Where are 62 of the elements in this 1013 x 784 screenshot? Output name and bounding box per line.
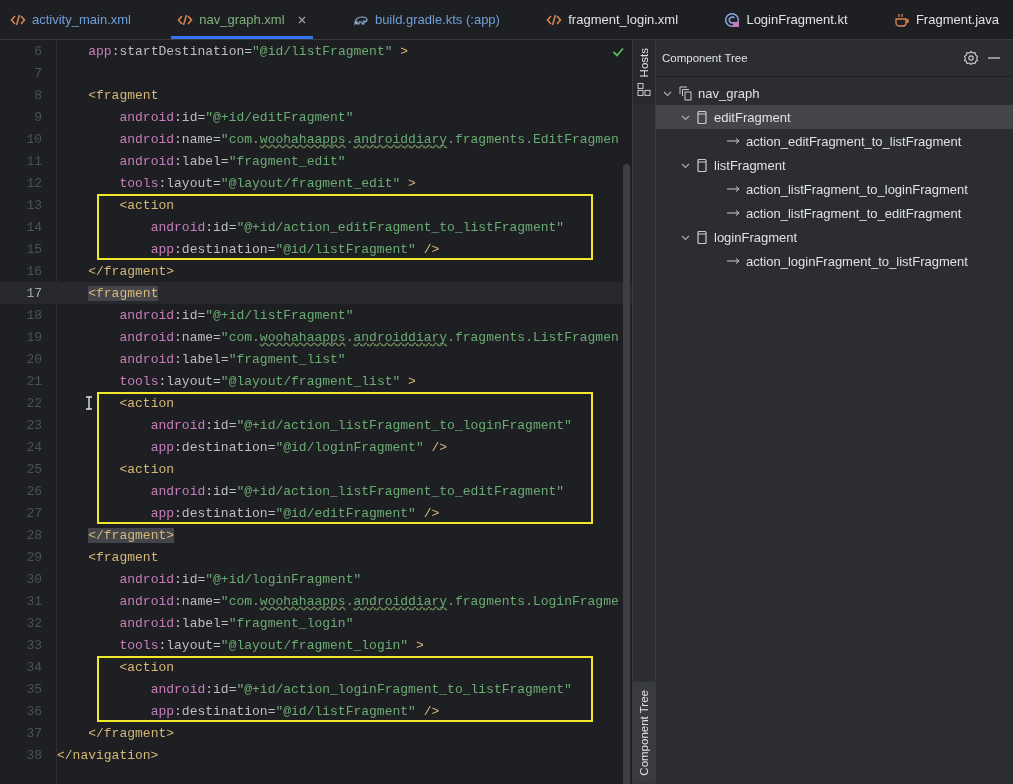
code-line: tools:layout="@layout/fragment_list" > bbox=[119, 373, 416, 389]
code-line: <action bbox=[119, 461, 175, 477]
code-line: android:id="@+id/action_loginFragment_to_listFragment" bbox=[150, 681, 572, 697]
file-tab[interactable]: activity_main.xml bbox=[4, 0, 137, 39]
close-icon[interactable] bbox=[296, 14, 307, 25]
code-line: android:label="fragment_login" bbox=[119, 615, 354, 631]
code-line: </fragment> bbox=[88, 263, 175, 279]
code-line: android:name="com.woohahaapps.androiddiary.fragments.LoginFragme bbox=[119, 593, 619, 609]
code-line: android:id="@+id/action_listFragment_to_editFragment" bbox=[150, 483, 565, 499]
nested-frames-icon bbox=[678, 85, 692, 101]
code-line: app:destination="@id/listFragment" /> bbox=[150, 703, 440, 719]
phone-icon bbox=[696, 157, 708, 173]
tree-item[interactable]: action_listFragment_to_loginFragment bbox=[656, 177, 1013, 201]
code-line: app:destination="@id/loginFragment" /> bbox=[150, 439, 448, 455]
file-tab[interactable]: LoginFragment.kt bbox=[718, 0, 854, 39]
tree-item[interactable]: action_loginFragment_to_listFragment bbox=[656, 249, 1013, 273]
code-line: android:id="@+id/listFragment" bbox=[119, 307, 354, 323]
code-line: </fragment> bbox=[88, 725, 175, 741]
code-line: app:destination="@id/editFragment" /> bbox=[150, 505, 440, 521]
code-line: android:label="fragment_edit" bbox=[119, 153, 346, 169]
code-line: android:label="fragment_list" bbox=[119, 351, 346, 367]
arrow-icon bbox=[726, 255, 740, 267]
tree-item[interactable]: nav_graph bbox=[656, 81, 1013, 105]
code-line: <action bbox=[119, 197, 175, 213]
code-line: </navigation> bbox=[57, 747, 159, 763]
phone-icon bbox=[696, 109, 708, 125]
cup-icon bbox=[893, 11, 910, 28]
code-line: app:destination="@id/listFragment" /> bbox=[150, 241, 440, 257]
code-line: android:id="@+id/editFragment" bbox=[119, 109, 354, 125]
panel-title: Component Tree bbox=[662, 52, 749, 64]
arrow-icon bbox=[726, 183, 740, 195]
code-line: <action bbox=[119, 395, 175, 411]
tree-item[interactable]: action_editFragment_to_listFragment bbox=[656, 129, 1013, 153]
arrow-icon bbox=[726, 135, 740, 147]
text-cursor-icon bbox=[84, 396, 94, 410]
code-line: android:id="@+id/action_editFragment_to_listFragment" bbox=[150, 219, 565, 235]
code-line: tools:layout="@layout/fragment_edit" > bbox=[119, 175, 416, 191]
scrollbar[interactable] bbox=[623, 164, 630, 784]
code-line: android:name="com.woohahaapps.androiddiary.fragments.EditFragmen bbox=[119, 131, 619, 147]
class-icon bbox=[724, 11, 741, 28]
squares-icon bbox=[637, 82, 651, 97]
code-line: android:id="@+id/loginFragment" bbox=[119, 571, 362, 587]
file-tab[interactable]: Fragment.java bbox=[887, 0, 1005, 39]
code-line: android:id="@+id/action_listFragment_to_loginFragment" bbox=[150, 417, 572, 433]
tree-item[interactable]: editFragment bbox=[656, 105, 1013, 129]
file-tab[interactable]: build.gradle.kts (:app) bbox=[346, 0, 506, 39]
code-line: app:startDestination="@id/listFragment" > bbox=[88, 43, 409, 59]
side-tab[interactable]: Component Tree bbox=[633, 682, 655, 784]
code-line: <fragment bbox=[88, 87, 159, 103]
tree-item[interactable]: action_listFragment_to_editFragment bbox=[656, 201, 1013, 225]
code-line: android:name="com.woohahaapps.androiddiary.fragments.ListFragmen bbox=[119, 329, 619, 345]
arrow-icon bbox=[726, 207, 740, 219]
side-tab[interactable]: Hosts bbox=[633, 40, 655, 105]
tree-item[interactable]: listFragment bbox=[656, 153, 1013, 177]
code-line: <action bbox=[119, 659, 175, 675]
code-line: <fragment bbox=[88, 549, 159, 565]
tree-item[interactable]: loginFragment bbox=[656, 225, 1013, 249]
phone-icon bbox=[696, 229, 708, 245]
gear-icon bbox=[963, 50, 979, 66]
code-line: tools:layout="@layout/fragment_login" > bbox=[119, 637, 424, 653]
line-number: 17 bbox=[25, 285, 43, 301]
file-tab[interactable]: fragment_login.xml bbox=[540, 0, 685, 39]
